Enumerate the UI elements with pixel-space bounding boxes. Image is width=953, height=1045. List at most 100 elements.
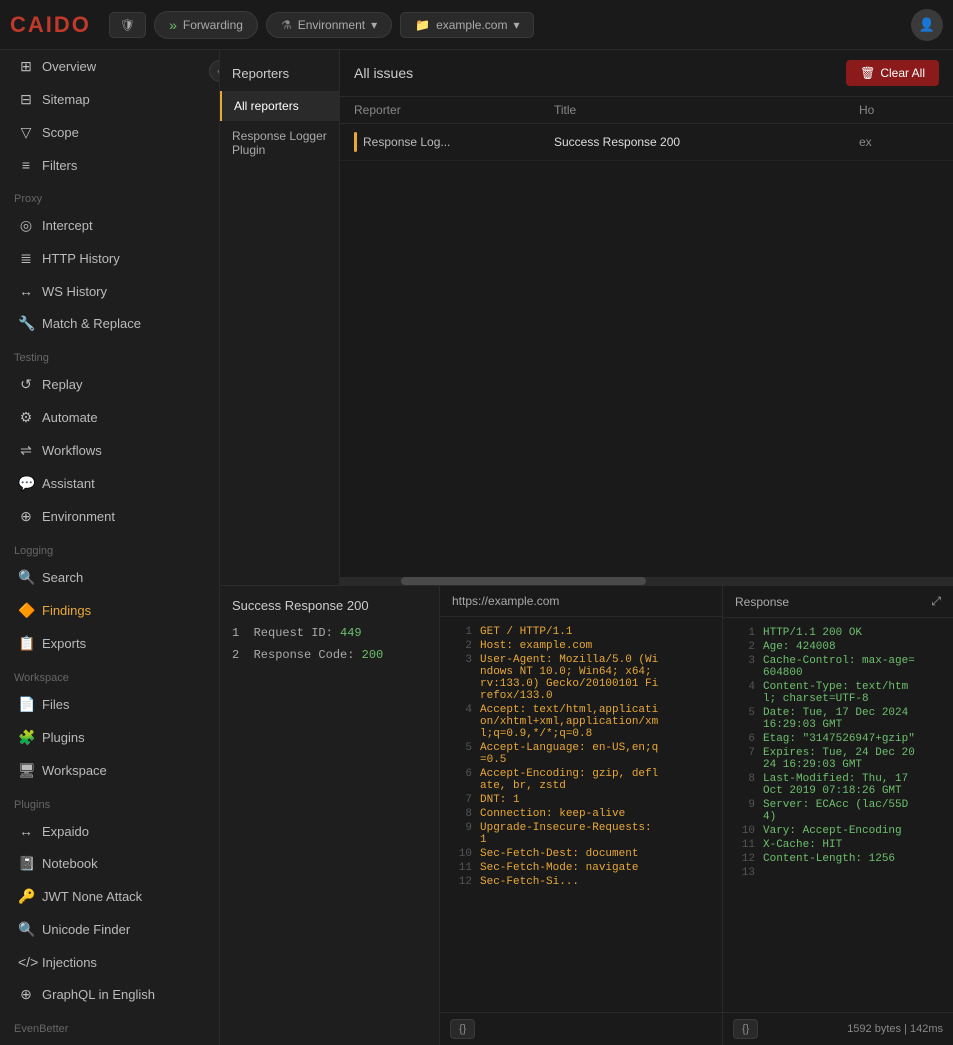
environment-button[interactable]: ⚗ Environment ▾ (266, 12, 392, 38)
bottom-panels: Success Response 200 1 Request ID: 449 2… (220, 585, 953, 1045)
host-cell: ex (859, 135, 939, 149)
assistant-icon: 💬 (18, 475, 34, 492)
sidebar-item-expaido[interactable]: ↔ Expaido (4, 816, 215, 846)
resp-line: 5Date: Tue, 17 Dec 202416:29:03 GMT (723, 706, 953, 732)
sidebar-item-label: Intercept (42, 218, 93, 233)
sidebar-item-filters[interactable]: ≡ Filters (4, 150, 215, 180)
sidebar-item-workspace[interactable]: 🖥 Workspace (4, 755, 215, 786)
sidebar-item-sitemap[interactable]: ⊟ Sitemap (4, 84, 215, 115)
sidebar-item-overview[interactable]: ⊞ Overview (4, 51, 215, 82)
forwarding-button[interactable]: » Forwarding (154, 11, 258, 39)
topbar: CAIDO 🛡 » Forwarding ⚗ Environment ▾ 📁 e… (0, 0, 953, 50)
beaker-icon: ⚗ (281, 18, 292, 32)
issues-panel: All issues 🗑 Clear All Reporter Title Ho (340, 50, 953, 585)
sidebar-item-notebook[interactable]: 📓 Notebook (4, 848, 215, 879)
replay-icon: ↺ (18, 376, 34, 393)
content-area: Reporters All reporters Response Logger … (220, 50, 953, 1045)
sidebar-item-scope[interactable]: ▽ Scope (4, 117, 215, 148)
sidebar-item-label: Search (42, 570, 83, 585)
sidebar-item-jwt-none[interactable]: 🔑 JWT None Attack (4, 881, 215, 912)
resp-line: 4Content-Type: text/html; charset=UTF-8 (723, 680, 953, 706)
sidebar-item-quick-ssrf[interactable]: ◎ Quick SSRF (4, 1040, 215, 1045)
sidebar-item-environment[interactable]: ⊕ Environment (4, 501, 215, 532)
sidebar-item-label: Environment (42, 509, 115, 524)
sidebar-item-label: Injections (42, 955, 97, 970)
request-format-button[interactable]: {} (450, 1019, 475, 1039)
response-format-button[interactable]: {} (733, 1019, 758, 1039)
ws-history-icon: ↔ (18, 283, 34, 299)
code-line: 12Sec-Fetch-Si... (440, 875, 722, 889)
exports-icon: 📋 (18, 635, 34, 652)
expand-icon[interactable]: ⤢ (931, 594, 941, 609)
scrollbar-thumb (401, 577, 646, 585)
forwarding-arrow-icon: » (169, 17, 177, 33)
clear-all-button[interactable]: 🗑 Clear All (846, 60, 939, 86)
table-row[interactable]: Response Log... Success Response 200 ex (340, 124, 953, 161)
sidebar-item-label: Assistant (42, 476, 95, 491)
sidebar-item-unicode[interactable]: 🔍 Unicode Finder (4, 914, 215, 945)
sidebar-item-match-replace[interactable]: 🔧 Match & Replace (4, 308, 215, 339)
workspace-section-label: Workspace (0, 660, 219, 688)
domain-selector[interactable]: 📁 example.com ▾ (400, 12, 534, 38)
response-logger-plugin-button[interactable]: Response Logger Plugin (220, 121, 339, 165)
response-title: Response (735, 595, 789, 609)
resp-line: 12Content-Length: 1256 (723, 852, 953, 866)
http-history-icon: ≣ (18, 250, 34, 267)
sidebar-item-assistant[interactable]: 💬 Assistant (4, 468, 215, 499)
sidebar-item-injections[interactable]: </> Injections (4, 947, 215, 977)
reporter-cell: Response Log... (354, 132, 554, 152)
folder-icon: 📁 (415, 18, 430, 32)
user-icon: 👤 (919, 17, 935, 33)
sidebar-item-graphql[interactable]: ⊕ GraphQL in English (4, 979, 215, 1010)
issues-title: All issues (354, 65, 413, 81)
issues-table: Response Log... Success Response 200 ex (340, 124, 953, 577)
sidebar-item-label: Automate (42, 410, 98, 425)
notebook-icon: 📓 (18, 855, 34, 872)
resp-line: 7Expires: Tue, 24 Dec 2024 16:29:03 GMT (723, 746, 953, 772)
sidebar-item-label: Notebook (42, 856, 98, 871)
sidebar-item-replay[interactable]: ↺ Replay (4, 369, 215, 400)
detail-panel: Success Response 200 1 Request ID: 449 2… (220, 586, 440, 1045)
sidebar-item-label: Match & Replace (42, 316, 141, 331)
avatar[interactable]: 👤 (911, 9, 943, 41)
sidebar-item-intercept[interactable]: ◎ Intercept (4, 210, 215, 241)
scope-icon: ▽ (18, 124, 34, 141)
sidebar-item-ws-history[interactable]: ↔ WS History (4, 276, 215, 306)
horizontal-scrollbar[interactable] (340, 577, 953, 585)
plugins-icon: 🧩 (18, 729, 34, 746)
logging-section-label: Logging (0, 533, 219, 561)
plugins-section-label: Plugins (0, 787, 219, 815)
sidebar-item-label: JWT None Attack (42, 889, 142, 904)
sidebar-item-plugins[interactable]: 🧩 Plugins (4, 722, 215, 753)
sidebar-item-files[interactable]: 📄 Files (4, 689, 215, 720)
code-line: 7DNT: 1 (440, 793, 722, 807)
sidebar-item-label: GraphQL in English (42, 987, 155, 1002)
resp-line: 1HTTP/1.1 200 OK (723, 626, 953, 640)
sidebar-item-workflows[interactable]: ⇌ Workflows (4, 435, 215, 466)
sidebar-item-label: Sitemap (42, 92, 90, 107)
sidebar-item-http-history[interactable]: ≣ HTTP History (4, 243, 215, 274)
logo: CAIDO (10, 12, 91, 38)
sidebar: « ⊞ Overview ⊟ Sitemap ▽ Scope ≡ Filters… (0, 50, 220, 1045)
all-reporters-button[interactable]: All reporters (220, 91, 339, 121)
resp-line: 13 (723, 866, 953, 880)
sidebar-item-exports[interactable]: 📋 Exports (4, 628, 215, 659)
filters-icon: ≡ (18, 157, 34, 173)
detail-line-1: 1 Request ID: 449 (232, 623, 427, 645)
environment-label: Environment (298, 18, 365, 32)
jwt-icon: 🔑 (18, 888, 34, 905)
code-line: 2Host: example.com (440, 639, 722, 653)
sidebar-item-automate[interactable]: ⚙ Automate (4, 402, 215, 433)
resp-line: 11X-Cache: HIT (723, 838, 953, 852)
sidebar-item-search[interactable]: 🔍 Search (4, 562, 215, 593)
shield-button[interactable]: 🛡 (109, 12, 146, 38)
request-code-panel: 1GET / HTTP/1.1 2Host: example.com 3User… (440, 617, 722, 1012)
issue-title-cell: Success Response 200 (554, 135, 859, 149)
injections-icon: </> (18, 954, 34, 970)
sidebar-item-label: Overview (42, 59, 96, 74)
reporters-title: Reporters (220, 60, 339, 91)
sidebar-item-findings[interactable]: 🔶 Findings (4, 595, 215, 626)
sidebar-item-label: Findings (42, 603, 91, 618)
reporter-list: Reporters All reporters Response Logger … (220, 50, 340, 585)
col-reporter: Reporter (354, 103, 554, 117)
